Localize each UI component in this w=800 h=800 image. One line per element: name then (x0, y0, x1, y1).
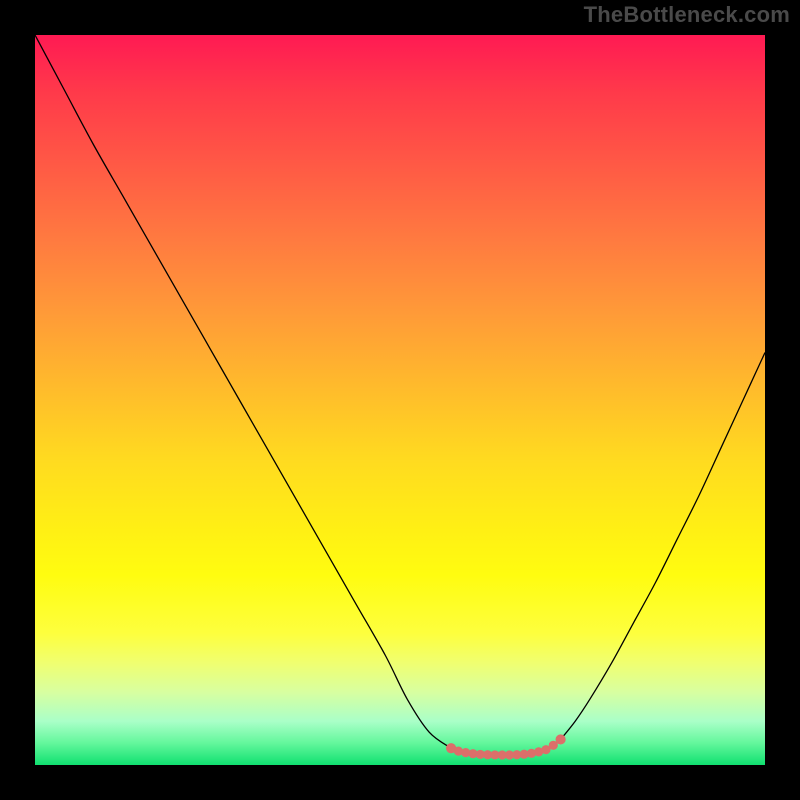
chart-frame: TheBottleneck.com (0, 0, 800, 800)
watermark-text: TheBottleneck.com (584, 2, 790, 28)
curve-left-curve (35, 35, 451, 748)
plot-area (35, 35, 765, 765)
curve-svg (35, 35, 765, 765)
bottleneck-marker-end (556, 734, 566, 744)
curve-right-curve (561, 353, 765, 740)
bottleneck-marker-end (446, 743, 456, 753)
